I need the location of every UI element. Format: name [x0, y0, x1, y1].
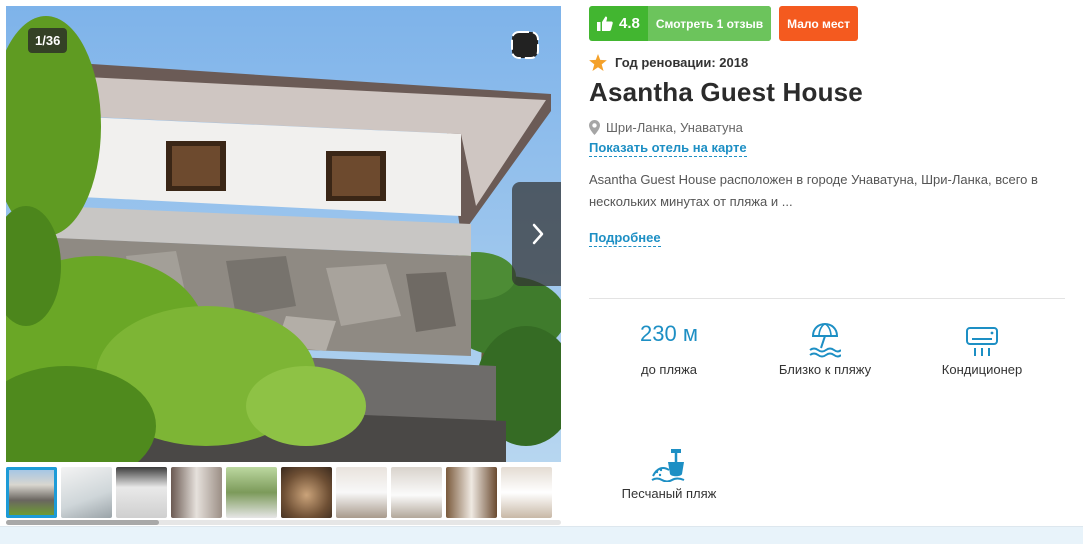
sand-beach-icon — [651, 449, 685, 482]
thumbnail[interactable] — [6, 467, 57, 518]
feature-close-to-beach: Близко к пляжу — [745, 316, 905, 377]
thumbnail[interactable] — [61, 467, 112, 518]
hotel-info: 4.8 Смотреть 1 отзыв Мало мест Год ренов… — [589, 6, 1065, 501]
thumbnail[interactable] — [336, 467, 387, 518]
hotel-photo-illustration — [6, 6, 561, 462]
thumbnail[interactable] — [281, 467, 332, 518]
location-text: Шри-Ланка, Унаватуна — [606, 120, 743, 135]
feature-air-conditioner: Кондиционер — [902, 316, 1062, 377]
rating-badge[interactable]: 4.8 Смотреть 1 отзыв — [589, 6, 772, 41]
thumbnail[interactable] — [171, 467, 222, 518]
feature-sand-beach: Песчаный пляж — [589, 440, 749, 501]
photo-gallery: 1/36 — [6, 6, 561, 525]
feature-label: Близко к пляжу — [778, 362, 872, 377]
chevron-right-icon — [532, 223, 544, 245]
renovation-row: Год реновации: 2018 — [589, 54, 1065, 71]
reviews-link[interactable]: Смотреть 1 отзыв — [647, 6, 772, 41]
air-conditioner-icon — [966, 327, 998, 356]
thumbnail[interactable] — [226, 467, 277, 518]
star-icon — [589, 54, 607, 71]
divider — [589, 298, 1065, 299]
photo-counter: 1/36 — [28, 28, 68, 53]
rating-score: 4.8 — [589, 6, 648, 41]
thumbnail[interactable] — [391, 467, 442, 518]
feature-label: Кондиционер — [941, 362, 1023, 377]
feature-label: до пляжа — [640, 362, 698, 377]
more-link[interactable]: Подробнее — [589, 230, 661, 247]
thumbnail-scrollbar[interactable] — [6, 520, 561, 525]
distance-value: 230 м — [640, 321, 698, 346]
thumbnail[interactable] — [116, 467, 167, 518]
few-places-badge: Мало мест — [779, 6, 858, 41]
feature-distance: 230 м до пляжа — [589, 316, 749, 377]
feature-label: Песчаный пляж — [621, 486, 717, 501]
show-on-map-link[interactable]: Показать отель на карте — [589, 140, 747, 157]
hotel-description: Asantha Guest House расположен в городе … — [589, 172, 1038, 209]
beach-umbrella-icon — [809, 322, 841, 358]
rating-value: 4.8 — [619, 15, 640, 32]
hotel-card: 1/36 4.8 Смотреть 1 отзыв Мало мест Год … — [0, 0, 1083, 527]
renovation-year: Год реновации: 2018 — [615, 55, 749, 70]
thumbnail[interactable] — [446, 467, 497, 518]
favorite-icon[interactable] — [510, 30, 540, 60]
location-row: Шри-Ланка, Унаватуна — [589, 120, 1065, 135]
badges-row: 4.8 Смотреть 1 отзыв Мало мест — [589, 6, 1065, 41]
thumbnail[interactable] — [501, 467, 552, 518]
location-pin-icon — [589, 120, 600, 135]
next-photo-button[interactable] — [512, 182, 561, 286]
scrollbar-thumb[interactable] — [6, 520, 159, 525]
thumbnail-strip — [6, 467, 561, 518]
hotel-title: Asantha Guest House — [589, 77, 863, 107]
main-photo[interactable]: 1/36 — [6, 6, 561, 462]
thumbs-up-icon — [597, 16, 613, 31]
